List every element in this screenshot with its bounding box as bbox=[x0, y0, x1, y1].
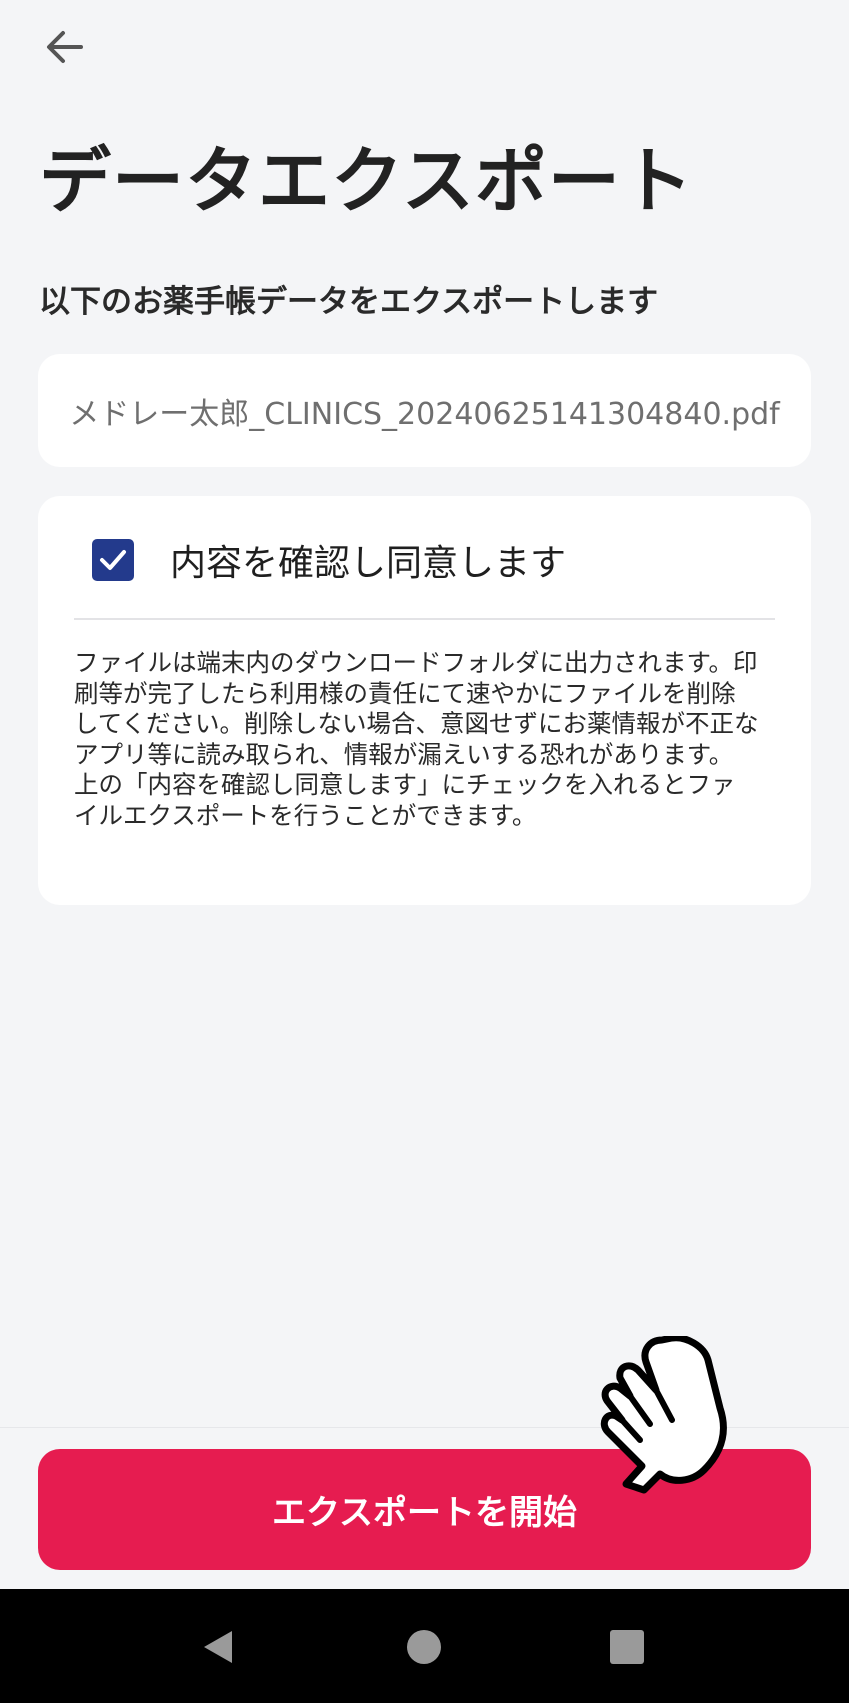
system-navigation-bar bbox=[0, 1589, 849, 1703]
agree-checkbox[interactable] bbox=[92, 539, 134, 581]
system-home-button[interactable] bbox=[396, 1619, 452, 1675]
footer-divider bbox=[0, 1427, 849, 1428]
square-recents-icon bbox=[610, 1630, 644, 1664]
divider bbox=[74, 618, 775, 620]
notice-paragraph: 上の「内容を確認し同意します」にチェックを入れるとファイルエクスポートを行うこと… bbox=[74, 770, 736, 830]
circle-home-icon bbox=[407, 1630, 441, 1664]
page-title: データエクスポート bbox=[39, 139, 694, 223]
file-name: メドレー太郎_CLINICS_20240625141304840.pdf bbox=[69, 396, 780, 432]
file-name-card: メドレー太郎_CLINICS_20240625141304840.pdf bbox=[38, 354, 811, 467]
triangle-back-icon bbox=[204, 1631, 232, 1663]
export-description: 以下のお薬手帳データをエクスポートします bbox=[39, 284, 659, 320]
system-recents-button[interactable] bbox=[599, 1619, 655, 1675]
start-export-label: エクスポートを開始 bbox=[272, 1493, 577, 1533]
notice-paragraph: ファイルは端末内のダウンロードフォルダに出力されます。印刷等が完了したら利用様の… bbox=[74, 648, 759, 769]
export-screen: データエクスポート 以下のお薬手帳データをエクスポートします メドレー太郎_CL… bbox=[0, 0, 849, 1703]
checkmark-icon bbox=[100, 550, 126, 570]
system-back-button[interactable] bbox=[190, 1619, 246, 1675]
back-button[interactable] bbox=[36, 18, 94, 76]
agree-label: 内容を確認し同意します bbox=[170, 543, 567, 584]
arrow-left-icon bbox=[47, 31, 83, 63]
agree-checkbox-row[interactable]: 内容を確認し同意します bbox=[92, 534, 566, 586]
start-export-button[interactable]: エクスポートを開始 bbox=[38, 1449, 811, 1570]
export-notice: ファイルは端末内のダウンロードフォルダに出力されます。印刷等が完了したら利用様の… bbox=[74, 648, 759, 831]
agreement-card: 内容を確認し同意します ファイルは端末内のダウンロードフォルダに出力されます。印… bbox=[38, 496, 811, 905]
